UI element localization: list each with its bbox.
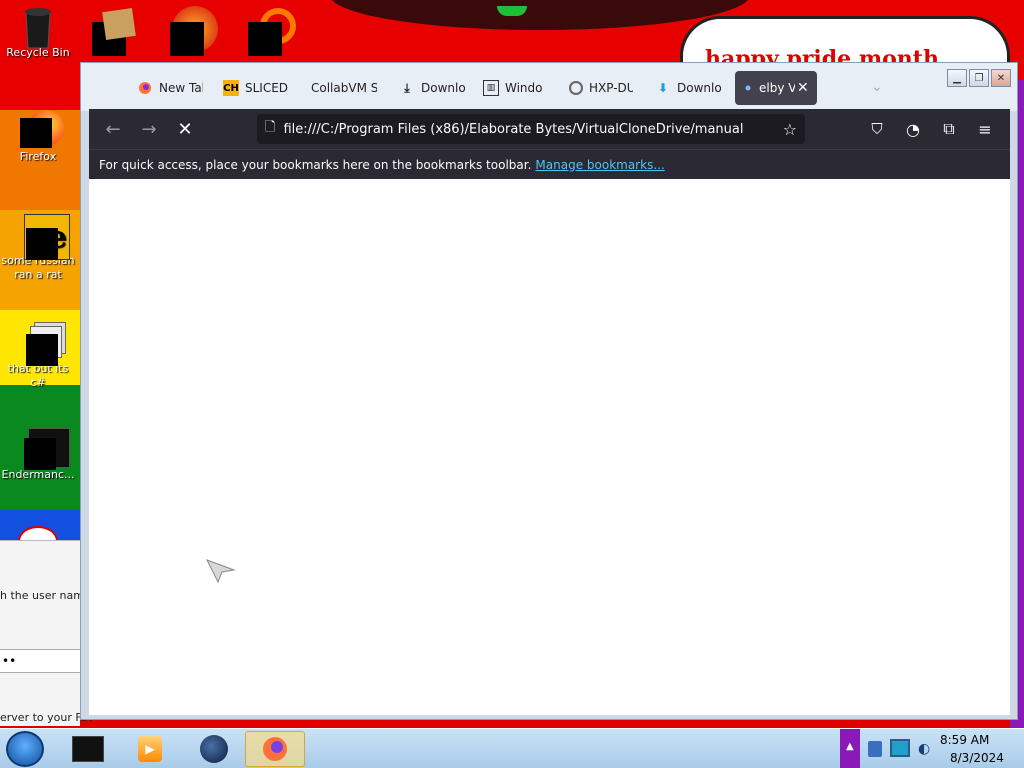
password-field[interactable]: •• <box>0 649 80 673</box>
tab-new-tab[interactable]: New Tab <box>137 71 209 105</box>
desktop-icon-csharp[interactable]: that but its c# <box>0 322 76 390</box>
window-controls: ▁ ❐ ✕ <box>947 69 1011 87</box>
github-icon <box>569 81 583 95</box>
taskbar-app-media-player[interactable]: ▶ <box>120 731 180 767</box>
firefox-window[interactable]: New Tab CH SLICED CollabVM S ⤓ Downlo ▥ … <box>80 62 1018 720</box>
close-tab-icon[interactable]: ✕ <box>797 80 809 96</box>
bookmarks-toolbar: For quick access, place your bookmarks h… <box>89 149 1010 179</box>
tab-download-2[interactable]: ⬇ Downlo <box>655 71 727 105</box>
password-dots: •• <box>2 654 17 668</box>
firefox-icon <box>20 110 64 148</box>
shortcut-icon: e <box>20 214 70 260</box>
tab-sliced[interactable]: CH SLICED <box>223 71 295 105</box>
back-button[interactable]: ← <box>101 117 125 141</box>
taskbar-app-globe[interactable] <box>184 731 244 767</box>
firefox-icon <box>263 737 287 761</box>
tab-collabvm[interactable]: CollabVM S <box>311 71 383 105</box>
archive-icon: ▥ <box>483 80 499 96</box>
taskbar: ▶ ▲ ◐ 8:59 AM 8/3/2024 <box>0 728 1024 768</box>
taskbar-app-firefox[interactable] <box>245 731 305 767</box>
account-icon[interactable]: ◔ <box>901 117 925 141</box>
desktop-icon-russian-rat[interactable]: e some russian ran a rat <box>0 214 76 282</box>
documents-icon <box>20 322 66 366</box>
maximize-button[interactable]: ❐ <box>969 69 989 87</box>
tray-app-icon[interactable] <box>868 741 882 757</box>
document-icon <box>20 428 70 470</box>
desktop-icon-label: Firefox <box>19 150 57 163</box>
extensions-icon[interactable]: ⧉ <box>937 117 961 141</box>
navigation-toolbar: ← → ✕ 🗋 file:///C:/Program Files (x86)/E… <box>89 109 1010 149</box>
start-button[interactable] <box>6 731 44 767</box>
folder-icon <box>102 8 136 40</box>
list-tabs-icon[interactable]: ⌄ <box>871 79 883 95</box>
manage-bookmarks-link[interactable]: Manage bookmarks... <box>535 158 664 172</box>
redacted-icon[interactable] <box>170 22 204 56</box>
stop-loading-button[interactable]: ✕ <box>173 117 197 141</box>
minimize-button[interactable]: ▁ <box>947 69 967 87</box>
desktop-icon-label: that but its c# <box>7 362 69 389</box>
tab-windows[interactable]: ▥ Windo <box>483 71 555 105</box>
url-text[interactable]: file:///C:/Program Files (x86)/Elaborate… <box>283 122 743 137</box>
recycle-bin-icon <box>20 6 56 49</box>
address-bar[interactable]: 🗋 file:///C:/Program Files (x86)/Elabora… <box>257 114 805 144</box>
mouse-cursor-icon <box>205 558 236 588</box>
desktop-icon-label: Recycle Bin <box>6 46 70 59</box>
tab-download-1[interactable]: ⤓ Downlo <box>399 71 471 105</box>
desktop-icon-firefox[interactable]: Firefox <box>0 110 76 164</box>
show-hidden-icons[interactable]: ▲ <box>846 741 854 752</box>
page-content[interactable] <box>89 179 1010 715</box>
menu-icon[interactable]: ≡ <box>973 117 997 141</box>
clock-time[interactable]: 8:59 AM <box>940 733 1020 747</box>
forward-button[interactable]: → <box>137 117 161 141</box>
pocket-icon[interactable]: ⛉ <box>865 117 889 141</box>
network-icon[interactable] <box>890 739 910 757</box>
clock-date[interactable]: 8/3/2024 <box>950 751 1004 765</box>
window-text: h the user name <box>0 589 91 602</box>
bookmarks-hint: For quick access, place your bookmarks h… <box>99 157 532 172</box>
desktop-icon-endermanch[interactable]: Endermanc... <box>0 428 76 482</box>
background-window[interactable]: h the user name •• erver to your Fav <box>0 540 94 726</box>
taskbar-app-blackbox[interactable] <box>58 731 118 767</box>
redacted-icon[interactable] <box>248 22 282 56</box>
download-arrow-icon: ⬇ <box>657 81 669 95</box>
close-window-button[interactable]: ✕ <box>991 69 1011 87</box>
tab-elby-active[interactable]: elby V ✕ <box>735 71 817 105</box>
desktop-icon-recycle-bin[interactable]: Recycle Bin <box>0 6 76 60</box>
loading-dot-icon <box>743 80 753 96</box>
bookmark-star-icon[interactable]: ☆ <box>783 120 797 139</box>
ch-icon: CH <box>223 80 239 96</box>
tab-bar: New Tab CH SLICED CollabVM S ⤓ Downlo ▥ … <box>81 63 1017 111</box>
tab-hxp-du[interactable]: HXP-DU <box>569 71 641 105</box>
download-icon: ⤓ <box>404 80 410 95</box>
page-icon: 🗋 <box>265 120 276 135</box>
firefox-icon <box>137 80 153 96</box>
volume-icon[interactable]: ◐ <box>918 741 930 757</box>
